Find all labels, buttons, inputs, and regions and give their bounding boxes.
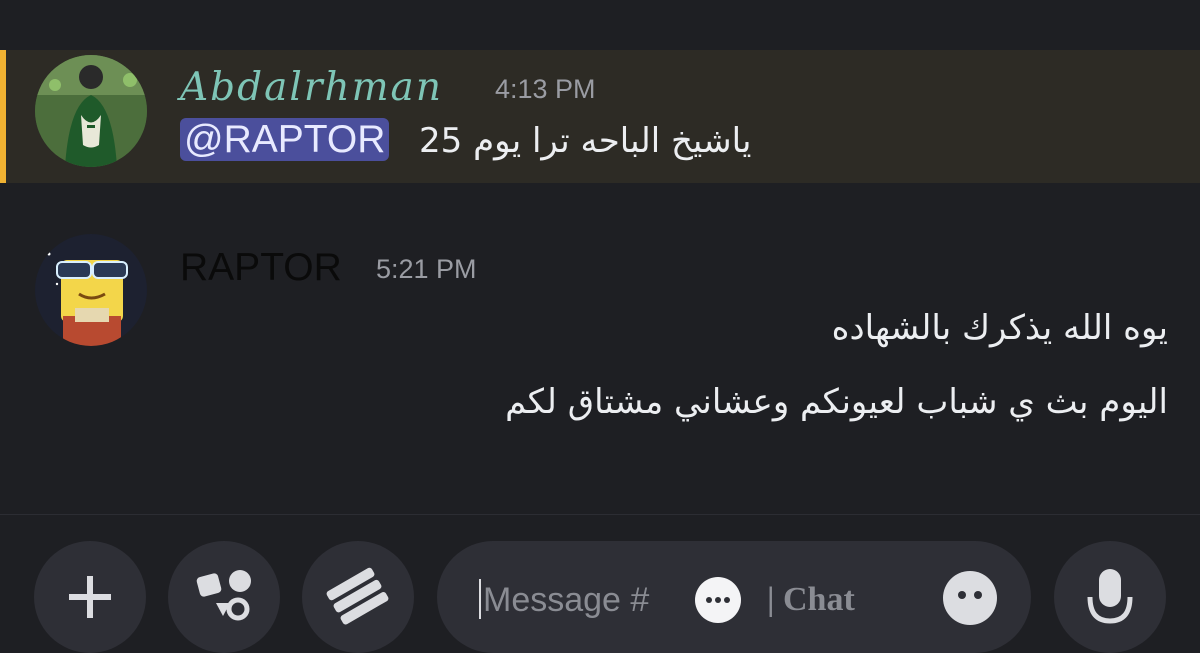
message-text: اليوم بث ي شباب لعيونكم وعشاني مشتاق لكم bbox=[505, 382, 1168, 422]
avatar-image bbox=[35, 55, 147, 167]
message-author[interactable]: Abdalrhman bbox=[180, 68, 443, 107]
apps-icon bbox=[196, 570, 251, 621]
composer-divider bbox=[0, 514, 1200, 515]
message-text: يوه الله يذكرك بالشهاده bbox=[831, 308, 1168, 348]
mention-highlight-bar bbox=[0, 50, 6, 183]
add-attachment-button[interactable] bbox=[34, 541, 146, 653]
message-text: ياشيخ الباحه ترا يوم 25 bbox=[419, 121, 752, 161]
microphone-icon bbox=[1087, 569, 1133, 624]
avatar[interactable] bbox=[35, 55, 147, 167]
gift-icon bbox=[326, 567, 389, 625]
gift-button[interactable] bbox=[302, 541, 414, 653]
channel-name: | Chat bbox=[767, 581, 855, 618]
message-input[interactable]: Message # | Chat bbox=[437, 541, 1031, 653]
speech-bubble-icon bbox=[695, 577, 741, 623]
message-timestamp: 5:21 PM bbox=[376, 254, 477, 284]
apps-button[interactable] bbox=[168, 541, 280, 653]
message-input-placeholder: Message # bbox=[483, 581, 650, 619]
message-author[interactable]: RAPTOR bbox=[180, 248, 342, 287]
avatar-image bbox=[35, 234, 147, 346]
user-mention[interactable]: @RAPTOR bbox=[180, 118, 390, 161]
avatar[interactable] bbox=[35, 234, 147, 346]
voice-message-button[interactable] bbox=[1054, 541, 1166, 653]
message-timestamp: 4:13 PM bbox=[495, 74, 596, 104]
emoji-icon[interactable] bbox=[943, 571, 997, 625]
text-cursor bbox=[479, 579, 481, 619]
plus-icon bbox=[69, 576, 111, 618]
message-content: @RAPTOR ياشيخ الباحه ترا يوم 25 bbox=[180, 118, 751, 162]
